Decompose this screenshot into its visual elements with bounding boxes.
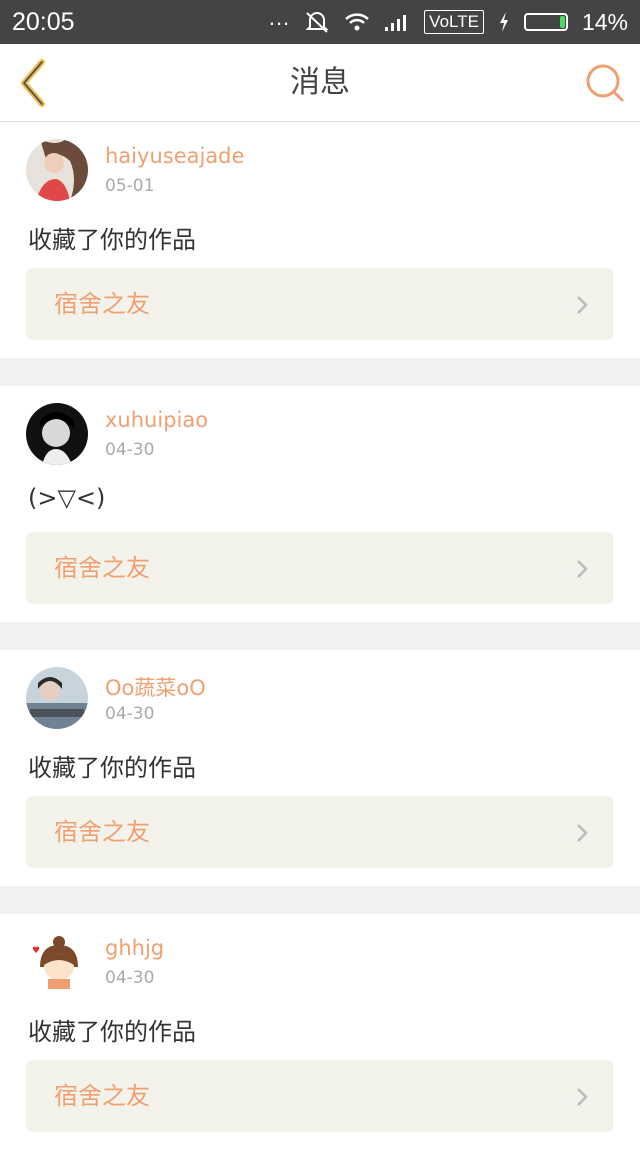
work-title: 宿舍之友	[54, 290, 150, 318]
work-title: 宿舍之友	[54, 818, 150, 846]
page-title: 消息	[290, 65, 350, 100]
chevron-right-icon	[577, 560, 588, 578]
message-item[interactable]: haiyuseajade 05-01 收藏了你的作品 宿舍之友	[0, 122, 640, 358]
username[interactable]: xuhuipiao	[105, 408, 208, 432]
chevron-right-icon	[577, 1088, 588, 1106]
chevron-right-icon	[577, 824, 588, 842]
battery-fill	[559, 16, 565, 28]
work-title: 宿舍之友	[54, 1082, 150, 1110]
message-content: 收藏了你的作品	[28, 754, 196, 782]
avatar[interactable]	[26, 139, 88, 201]
work-link[interactable]: 宿舍之友	[26, 268, 613, 340]
work-link[interactable]: 宿舍之友	[26, 796, 613, 868]
avatar[interactable]	[26, 667, 88, 729]
message-content: 收藏了你的作品	[28, 1018, 196, 1046]
chevron-right-icon	[577, 296, 588, 314]
username[interactable]: Oo蔬菜oO	[105, 672, 206, 702]
message-item[interactable]: Oo蔬菜oO 04-30 收藏了你的作品 宿舍之友	[0, 650, 640, 886]
avatar[interactable]: ♥	[26, 931, 88, 993]
message-item[interactable]: ♥ ghhjg 04-30 收藏了你的作品 宿舍之友	[0, 914, 640, 1150]
status-bar: 20:05 ... VoLTE 14%	[0, 0, 640, 44]
message-date: 04-30	[105, 440, 155, 460]
wifi-icon	[345, 13, 370, 31]
dots-icon: ...	[268, 5, 291, 30]
mute-icon	[305, 12, 329, 33]
message-date: 04-30	[105, 704, 155, 724]
status-time: 20:05	[12, 7, 75, 36]
search-icon[interactable]	[584, 62, 626, 104]
username[interactable]: ghhjg	[105, 936, 164, 960]
status-icons: ... VoLTE 14%	[269, 5, 628, 36]
work-link[interactable]: 宿舍之友	[26, 532, 613, 604]
battery-percent: 14%	[581, 8, 628, 35]
message-date: 04-30	[105, 968, 155, 988]
message-date: 05-01	[105, 176, 155, 196]
charging-icon	[499, 12, 508, 32]
battery-icon	[523, 13, 568, 31]
svg-text:♥: ♥	[32, 946, 40, 956]
work-title: 宿舍之友	[54, 554, 150, 582]
message-content: (>▽<)	[28, 484, 106, 512]
message-content: 收藏了你的作品	[28, 226, 196, 254]
avatar[interactable]	[26, 403, 88, 465]
username[interactable]: haiyuseajade	[105, 144, 244, 168]
message-item[interactable]: xuhuipiao 04-30 (>▽<) 宿舍之友	[0, 386, 640, 622]
work-link[interactable]: 宿舍之友	[26, 1060, 613, 1132]
volte-badge: VoLTE	[424, 10, 484, 34]
nav-header: 消息	[0, 44, 640, 122]
signal-icon	[385, 15, 407, 31]
